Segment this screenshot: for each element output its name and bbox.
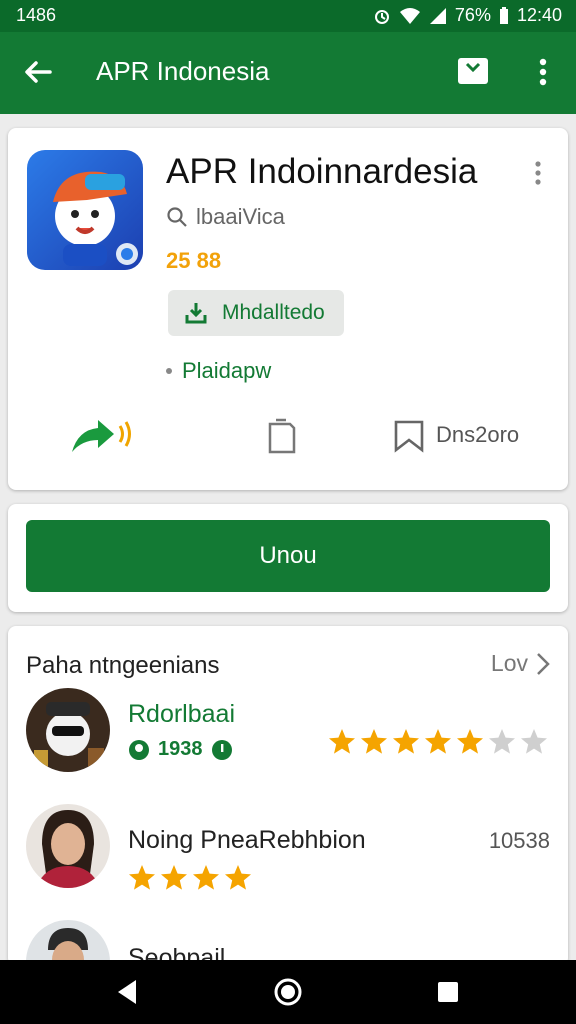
rating-stars [128, 864, 252, 892]
copy-icon [268, 418, 296, 454]
star-icon [329, 729, 355, 754]
avatar[interactable] [26, 804, 110, 888]
install-button[interactable]: Unou [26, 520, 550, 592]
reviewer-name: Noing PneaRebhbion [128, 826, 366, 854]
reviewer-meta-value: 1938 [158, 738, 203, 760]
status-time-left: 1486 [16, 5, 57, 25]
bookmark-box-icon[interactable] [456, 54, 490, 86]
avatar-image [26, 688, 110, 772]
review-count: 10538 [488, 828, 550, 853]
download-icon [185, 303, 207, 324]
signal-icon [429, 7, 446, 24]
star-icon [361, 729, 387, 754]
star-icon [521, 729, 547, 754]
install-card: Unou [8, 504, 568, 612]
star-icon [193, 865, 219, 890]
category-row[interactable]: Plaidapw [166, 358, 271, 384]
save-label: Dns2oro [436, 422, 520, 447]
list-item[interactable]: Rdorlbaai 1938 [8, 688, 568, 784]
app-mascot-icon [53, 171, 138, 266]
category-label: Plaidapw [182, 358, 272, 383]
reviews-more-link[interactable]: Lov [491, 650, 550, 677]
copy-button[interactable] [264, 416, 300, 461]
star-icon [161, 865, 187, 890]
rating-text: 25 88 [166, 248, 222, 273]
chevron-right-icon [537, 652, 550, 675]
bullet-dot [166, 368, 172, 374]
star-icon [129, 865, 155, 890]
reviewer-name: Rdorlbaai [128, 700, 236, 728]
content-badge[interactable]: Mhdalltedo [168, 290, 344, 336]
bookmark-icon [394, 420, 424, 453]
share-icon [72, 420, 131, 452]
reviews-card: Paha ntngeenians Lov Rdorlbaai 1938 Noin… [8, 626, 568, 966]
badge-label: Mhdalltedo [222, 301, 325, 324]
rating-stars [328, 728, 548, 756]
star-icon [393, 729, 419, 754]
more-vert-icon[interactable] [530, 54, 556, 90]
reviews-title: Paha ntngeenians [26, 652, 220, 679]
status-clock: 12:40 [516, 5, 562, 25]
save-button[interactable]: Dns2oro [392, 416, 519, 454]
app-more-icon[interactable] [528, 158, 548, 188]
reviews-more-label: Lov [490, 650, 528, 676]
app-bar: APR Indonesia [0, 32, 576, 114]
developer-row[interactable]: lbaaiVica [166, 204, 285, 230]
star-icon [425, 729, 451, 754]
app-name: APR Indoinnardesia [166, 152, 478, 191]
developer-name: lbaaiVica [196, 204, 285, 229]
star-icon [457, 729, 483, 754]
info-icon [211, 739, 232, 760]
star-icon [489, 729, 515, 754]
battery-icon [499, 6, 508, 24]
user-badge-icon [129, 739, 149, 760]
home-nav-icon[interactable] [272, 976, 304, 1008]
status-icons: 76% 12:40 [373, 5, 562, 26]
recents-nav-icon[interactable] [432, 976, 464, 1008]
reviewer-meta: 1938 [128, 738, 233, 761]
share-button[interactable] [68, 416, 138, 461]
avatar-image [26, 804, 110, 888]
app-bar-title: APR Indonesia [96, 56, 270, 86]
back-arrow-icon[interactable] [20, 54, 56, 90]
wifi-icon [399, 7, 420, 24]
avatar[interactable] [26, 688, 110, 772]
app-info-card: APR Indoinnardesia lbaaiVica 25 88 Mhdal… [8, 128, 568, 490]
app-icon[interactable] [27, 150, 143, 270]
system-nav-bar [0, 960, 576, 1024]
star-icon [225, 865, 251, 890]
battery-percent: 76% [454, 5, 491, 25]
list-item[interactable]: Noing PneaRebhbion 10538 [8, 804, 568, 900]
back-nav-icon[interactable] [112, 976, 144, 1008]
search-icon [167, 207, 187, 227]
alarm-icon [374, 9, 389, 24]
status-bar: 1486 76% 12:40 [0, 0, 576, 32]
